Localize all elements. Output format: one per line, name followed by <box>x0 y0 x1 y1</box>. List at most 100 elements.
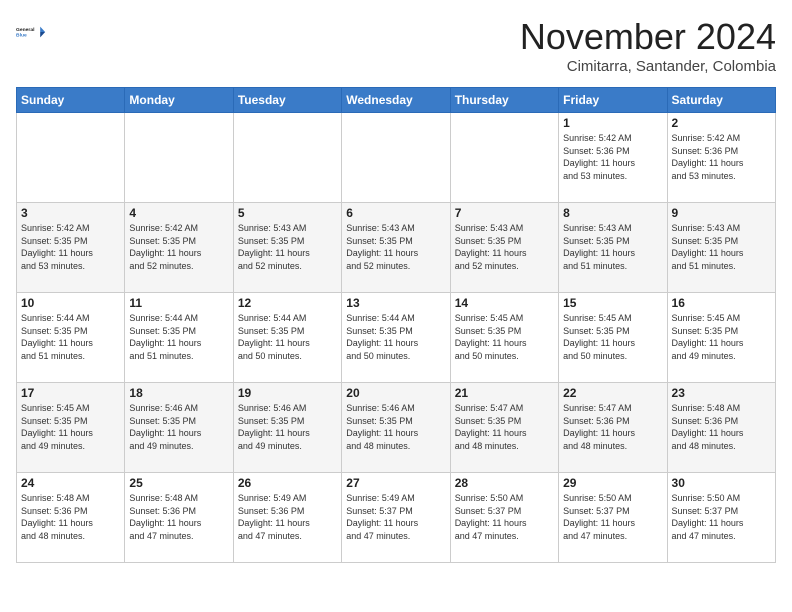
day-info: Sunrise: 5:45 AM Sunset: 5:35 PM Dayligh… <box>563 312 662 362</box>
calendar-cell: 7 Sunrise: 5:43 AM Sunset: 5:35 PM Daylig… <box>450 203 558 293</box>
day-number: 27 <box>346 476 445 490</box>
day-info: Sunrise: 5:47 AM Sunset: 5:35 PM Dayligh… <box>455 402 554 452</box>
month-title: November 2024 <box>520 16 776 58</box>
calendar-cell <box>342 113 450 203</box>
calendar-cell: 11 Sunrise: 5:44 AM Sunset: 5:35 PM Dayli… <box>125 293 233 383</box>
day-info: Sunrise: 5:42 AM Sunset: 5:36 PM Dayligh… <box>563 132 662 182</box>
day-number: 13 <box>346 296 445 310</box>
day-info: Sunrise: 5:42 AM Sunset: 5:35 PM Dayligh… <box>21 222 120 272</box>
title-block: November 2024 Cimitarra, Santander, Colo… <box>520 16 776 75</box>
calendar-cell: 30 Sunrise: 5:50 AM Sunset: 5:37 PM Dayli… <box>667 473 775 563</box>
location: Cimitarra, Santander, Colombia <box>520 58 776 75</box>
day-number: 15 <box>563 296 662 310</box>
calendar-cell <box>233 113 341 203</box>
logo: GeneralBlue <box>16 16 52 48</box>
svg-text:General: General <box>16 27 35 33</box>
day-info: Sunrise: 5:43 AM Sunset: 5:35 PM Dayligh… <box>672 222 771 272</box>
day-number: 18 <box>129 386 228 400</box>
weekday-header-saturday: Saturday <box>667 88 775 113</box>
calendar-cell: 28Sunrise: 5:50 AM Sunset: 5:37 PM Dayli… <box>450 473 558 563</box>
calendar-week-5: 24 Sunrise: 5:48 AM Sunset: 5:36 PM Dayli… <box>17 473 776 563</box>
page-header: GeneralBlue November 2024 Cimitarra, San… <box>16 16 776 75</box>
day-number: 11 <box>129 296 228 310</box>
calendar-cell: 6 Sunrise: 5:43 AM Sunset: 5:35 PM Daylig… <box>342 203 450 293</box>
day-number: 16 <box>672 296 771 310</box>
day-number: 24 <box>21 476 120 490</box>
calendar-cell: 9 Sunrise: 5:43 AM Sunset: 5:35 PM Daylig… <box>667 203 775 293</box>
day-info: Sunrise: 5:43 AM Sunset: 5:35 PM Dayligh… <box>455 222 554 272</box>
day-number: 7 <box>455 206 554 220</box>
day-number: 14 <box>455 296 554 310</box>
day-info: Sunrise: 5:43 AM Sunset: 5:35 PM Dayligh… <box>563 222 662 272</box>
calendar-cell: 17Sunrise: 5:45 AM Sunset: 5:35 PM Dayli… <box>17 383 125 473</box>
day-number: 25 <box>129 476 228 490</box>
day-info: Sunrise: 5:44 AM Sunset: 5:35 PM Dayligh… <box>129 312 228 362</box>
day-info: Sunrise: 5:50 AM Sunset: 5:37 PM Dayligh… <box>563 492 662 542</box>
calendar-week-1: 1Sunrise: 5:42 AM Sunset: 5:36 PM Daylig… <box>17 113 776 203</box>
day-info: Sunrise: 5:44 AM Sunset: 5:35 PM Dayligh… <box>346 312 445 362</box>
calendar-cell: 15 Sunrise: 5:45 AM Sunset: 5:35 PM Dayli… <box>559 293 667 383</box>
calendar-cell: 21 Sunrise: 5:47 AM Sunset: 5:35 PM Dayli… <box>450 383 558 473</box>
calendar-cell <box>125 113 233 203</box>
day-info: Sunrise: 5:49 AM Sunset: 5:36 PM Dayligh… <box>238 492 337 542</box>
day-info: Sunrise: 5:49 AM Sunset: 5:37 PM Dayligh… <box>346 492 445 542</box>
day-number: 21 <box>455 386 554 400</box>
calendar-cell: 18 Sunrise: 5:46 AM Sunset: 5:35 PM Dayli… <box>125 383 233 473</box>
day-info: Sunrise: 5:44 AM Sunset: 5:35 PM Dayligh… <box>21 312 120 362</box>
calendar-cell: 20Sunrise: 5:46 AM Sunset: 5:35 PM Dayli… <box>342 383 450 473</box>
weekday-row: SundayMondayTuesdayWednesdayThursdayFrid… <box>17 88 776 113</box>
calendar-cell: 26 Sunrise: 5:49 AM Sunset: 5:36 PM Dayli… <box>233 473 341 563</box>
day-info: Sunrise: 5:44 AM Sunset: 5:35 PM Dayligh… <box>238 312 337 362</box>
day-number: 10 <box>21 296 120 310</box>
day-info: Sunrise: 5:45 AM Sunset: 5:35 PM Dayligh… <box>672 312 771 362</box>
calendar-cell: 19Sunrise: 5:46 AM Sunset: 5:35 PM Dayli… <box>233 383 341 473</box>
day-info: Sunrise: 5:50 AM Sunset: 5:37 PM Dayligh… <box>455 492 554 542</box>
calendar-cell: 1Sunrise: 5:42 AM Sunset: 5:36 PM Daylig… <box>559 113 667 203</box>
logo-icon: GeneralBlue <box>16 16 48 48</box>
weekday-header-thursday: Thursday <box>450 88 558 113</box>
calendar-cell: 5Sunrise: 5:43 AM Sunset: 5:35 PM Daylig… <box>233 203 341 293</box>
calendar-cell: 16 Sunrise: 5:45 AM Sunset: 5:35 PM Dayli… <box>667 293 775 383</box>
day-number: 22 <box>563 386 662 400</box>
calendar-cell: 29 Sunrise: 5:50 AM Sunset: 5:37 PM Dayli… <box>559 473 667 563</box>
calendar-cell: 24Sunrise: 5:48 AM Sunset: 5:36 PM Dayli… <box>17 473 125 563</box>
day-number: 26 <box>238 476 337 490</box>
day-info: Sunrise: 5:46 AM Sunset: 5:35 PM Dayligh… <box>129 402 228 452</box>
day-number: 6 <box>346 206 445 220</box>
calendar-cell: 25 Sunrise: 5:48 AM Sunset: 5:36 PM Dayli… <box>125 473 233 563</box>
day-info: Sunrise: 5:45 AM Sunset: 5:35 PM Dayligh… <box>455 312 554 362</box>
calendar-cell: 14 Sunrise: 5:45 AM Sunset: 5:35 PM Dayli… <box>450 293 558 383</box>
day-number: 9 <box>672 206 771 220</box>
weekday-header-sunday: Sunday <box>17 88 125 113</box>
day-info: Sunrise: 5:43 AM Sunset: 5:35 PM Dayligh… <box>238 222 337 272</box>
calendar-cell <box>450 113 558 203</box>
day-info: Sunrise: 5:42 AM Sunset: 5:35 PM Dayligh… <box>129 222 228 272</box>
svg-text:Blue: Blue <box>16 32 27 38</box>
day-number: 17 <box>21 386 120 400</box>
calendar-body: 1Sunrise: 5:42 AM Sunset: 5:36 PM Daylig… <box>17 113 776 563</box>
day-info: Sunrise: 5:48 AM Sunset: 5:36 PM Dayligh… <box>672 402 771 452</box>
weekday-header-wednesday: Wednesday <box>342 88 450 113</box>
day-number: 4 <box>129 206 228 220</box>
day-info: Sunrise: 5:47 AM Sunset: 5:36 PM Dayligh… <box>563 402 662 452</box>
calendar-week-3: 10 Sunrise: 5:44 AM Sunset: 5:35 PM Dayli… <box>17 293 776 383</box>
day-number: 2 <box>672 116 771 130</box>
day-number: 12 <box>238 296 337 310</box>
day-info: Sunrise: 5:46 AM Sunset: 5:35 PM Dayligh… <box>346 402 445 452</box>
day-info: Sunrise: 5:42 AM Sunset: 5:36 PM Dayligh… <box>672 132 771 182</box>
day-number: 23 <box>672 386 771 400</box>
calendar-cell <box>17 113 125 203</box>
calendar-cell: 8 Sunrise: 5:43 AM Sunset: 5:35 PM Daylig… <box>559 203 667 293</box>
calendar-cell: 22 Sunrise: 5:47 AM Sunset: 5:36 PM Dayli… <box>559 383 667 473</box>
day-info: Sunrise: 5:50 AM Sunset: 5:37 PM Dayligh… <box>672 492 771 542</box>
day-info: Sunrise: 5:46 AM Sunset: 5:35 PM Dayligh… <box>238 402 337 452</box>
day-number: 29 <box>563 476 662 490</box>
calendar-cell: 3Sunrise: 5:42 AM Sunset: 5:35 PM Daylig… <box>17 203 125 293</box>
day-info: Sunrise: 5:48 AM Sunset: 5:36 PM Dayligh… <box>129 492 228 542</box>
calendar-cell: 2 Sunrise: 5:42 AM Sunset: 5:36 PM Daylig… <box>667 113 775 203</box>
calendar-table: SundayMondayTuesdayWednesdayThursdayFrid… <box>16 87 776 563</box>
day-number: 8 <box>563 206 662 220</box>
day-number: 30 <box>672 476 771 490</box>
weekday-header-friday: Friday <box>559 88 667 113</box>
day-info: Sunrise: 5:43 AM Sunset: 5:35 PM Dayligh… <box>346 222 445 272</box>
